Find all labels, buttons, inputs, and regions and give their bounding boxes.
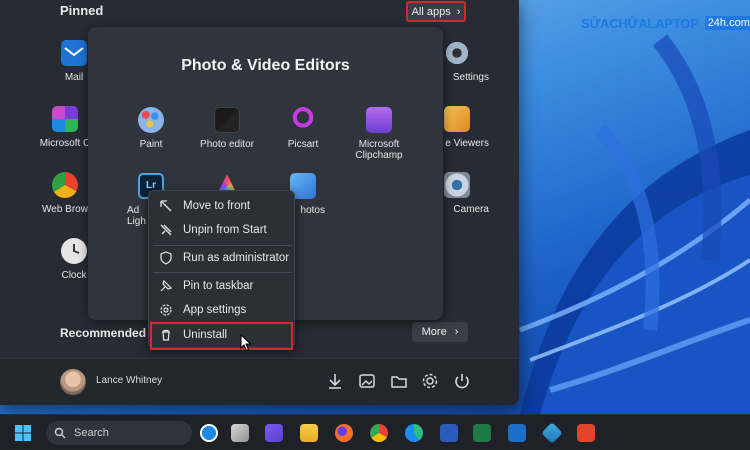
bing-chat-icon[interactable] — [200, 424, 218, 442]
folder-app-picsart[interactable]: Picsart — [267, 107, 339, 150]
pictures-icon[interactable] — [357, 371, 377, 391]
folder-app-clipchamp[interactable]: Microsoft Clipchamp — [343, 107, 415, 161]
file-explorer-taskbar-icon[interactable] — [300, 424, 318, 442]
clock-icon — [61, 238, 87, 264]
shield-icon — [160, 251, 172, 265]
menu-separator — [153, 272, 292, 273]
photo-editor-icon — [214, 107, 240, 133]
menu-item-pin-taskbar[interactable]: Pin to taskbar — [153, 275, 292, 297]
downloads-icon[interactable] — [325, 371, 345, 391]
chevron-right-icon: › — [456, 5, 461, 18]
watermark-badge: 24h.com — [704, 16, 750, 30]
firefox-icon[interactable] — [335, 424, 353, 442]
file-explorer-icon[interactable] — [389, 371, 409, 391]
all-apps-label: All apps — [411, 5, 451, 18]
microsoft-365-icon — [52, 106, 78, 132]
mouse-cursor-icon — [240, 334, 252, 352]
taskbar-search[interactable]: Search — [46, 421, 192, 445]
pinned-heading: Pinned — [60, 3, 104, 18]
menu-separator — [153, 245, 292, 246]
settings-gear-icon[interactable] — [420, 371, 440, 391]
camera-icon — [444, 172, 470, 198]
more-button[interactable]: More › — [412, 322, 468, 342]
outlook-icon[interactable] — [508, 424, 526, 442]
unpin-icon — [160, 224, 172, 236]
start-menu: Pinned All apps › Mail Microsoft C Web B… — [0, 0, 519, 405]
menu-item-unpin[interactable]: Unpin from Start — [153, 219, 292, 241]
taskbar: Search — [0, 414, 750, 450]
search-label: Search — [74, 427, 109, 439]
task-view-icon[interactable] — [231, 424, 249, 442]
app-cube-icon[interactable] — [541, 422, 563, 444]
power-icon[interactable] — [452, 371, 472, 391]
menu-item-app-settings[interactable]: App settings — [153, 299, 292, 321]
all-apps-button[interactable]: All apps › — [406, 1, 466, 22]
chrome-icon[interactable] — [370, 424, 388, 442]
start-footer: Lance Whitney — [0, 358, 519, 405]
teams-chat-icon[interactable] — [265, 424, 283, 442]
photo-viewer-icon — [444, 106, 470, 132]
excel-icon[interactable] — [473, 424, 491, 442]
folder-app-paint[interactable]: Paint — [115, 107, 187, 150]
browser-icon — [52, 172, 78, 198]
more-label: More — [421, 326, 447, 338]
gear-icon — [160, 304, 172, 316]
chevron-right-icon: › — [454, 326, 459, 338]
recommended-heading: Recommended — [60, 326, 147, 340]
move-front-icon — [160, 200, 172, 212]
picsart-icon — [290, 107, 316, 133]
uninstall-highlight-box — [150, 322, 293, 350]
folder-app-photo-editor[interactable]: Photo editor — [191, 107, 263, 150]
menu-item-run-as-admin[interactable]: Run as administrator — [153, 247, 292, 269]
clipchamp-icon — [366, 107, 392, 133]
search-icon — [54, 427, 66, 439]
avatar[interactable] — [60, 369, 86, 395]
app-s-icon[interactable] — [577, 424, 595, 442]
folder-title: Photo & Video Editors — [181, 57, 350, 74]
pin-icon — [160, 279, 173, 292]
watermark-text: SỬACHỮALAPTOP — [581, 15, 699, 31]
mail-icon — [61, 40, 87, 66]
gear-icon — [444, 40, 470, 66]
windows-start-icon[interactable] — [14, 424, 32, 442]
word-icon[interactable] — [440, 424, 458, 442]
user-name[interactable]: Lance Whitney — [96, 375, 162, 386]
menu-item-move-to-front[interactable]: Move to front — [153, 195, 292, 217]
paint-icon — [138, 107, 164, 133]
edge-icon[interactable] — [405, 424, 423, 442]
watermark-logo: SỬACHỮALAPTOP 24h.com — [575, 10, 750, 36]
